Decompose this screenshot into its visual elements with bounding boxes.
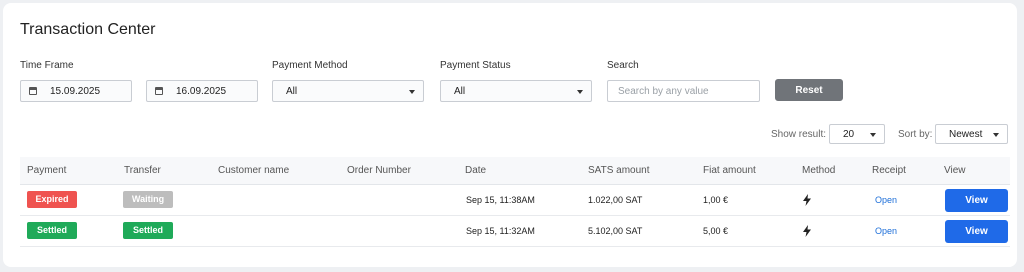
table-row: Expired Waiting Sep 15, 11:38AM 1.022,00… — [20, 185, 1010, 216]
show-result-value: 20 — [843, 129, 855, 140]
payment-status-badge: Expired — [27, 191, 77, 208]
view-button[interactable]: View — [945, 220, 1008, 243]
receipt-open-link[interactable]: Open — [875, 195, 897, 205]
date-cell: Sep 15, 11:38AM — [466, 195, 535, 205]
header-transfer: Transfer — [124, 165, 161, 176]
payment-method-select[interactable]: All — [272, 80, 424, 102]
chevron-down-icon — [993, 133, 999, 137]
sort-by-select[interactable]: Newest — [935, 124, 1008, 144]
header-method: Method — [802, 165, 836, 176]
header-receipt: Receipt — [872, 165, 906, 176]
payment-status-badge: Settled — [27, 222, 77, 239]
show-result-select[interactable]: 20 — [829, 124, 885, 144]
search-label: Search — [607, 60, 639, 71]
sort-by-label: Sort by: — [898, 129, 933, 140]
show-result-label: Show result: — [771, 129, 827, 140]
transfer-status-badge: Settled — [123, 222, 173, 239]
fiat-amount-cell: 1,00 € — [703, 195, 729, 205]
header-customer-name: Customer name — [218, 165, 290, 176]
receipt-open-link[interactable]: Open — [875, 226, 897, 236]
header-fiat-amount: Fiat amount — [703, 165, 756, 176]
date-to-input[interactable]: 16.09.2025 — [146, 80, 258, 102]
date-cell: Sep 15, 11:32AM — [466, 226, 535, 236]
payment-method-label: Payment Method — [272, 60, 348, 71]
payment-status-value: All — [454, 86, 466, 97]
chevron-down-icon — [577, 90, 583, 94]
header-sats-amount: SATS amount — [588, 165, 650, 176]
payment-status-select[interactable]: All — [440, 80, 592, 102]
sort-by-value: Newest — [949, 129, 983, 140]
lightning-icon — [803, 225, 811, 237]
page-title: Transaction Center — [20, 21, 156, 38]
chevron-down-icon — [870, 133, 876, 137]
header-payment: Payment — [27, 165, 67, 176]
fiat-amount-cell: 5,00 € — [703, 226, 729, 236]
date-from-value: 15.09.2025 — [50, 86, 101, 97]
header-date: Date — [465, 165, 487, 176]
transfer-status-badge: Waiting — [123, 191, 173, 208]
calendar-icon — [155, 86, 163, 95]
header-view: View — [944, 165, 966, 176]
search-input[interactable]: Search by any value — [607, 80, 760, 102]
chevron-down-icon — [409, 90, 415, 94]
header-order-number: Order Number — [347, 165, 411, 176]
calendar-icon — [29, 86, 37, 95]
lightning-icon — [803, 194, 811, 206]
sats-amount-cell: 5.102,00 SAT — [588, 226, 643, 236]
date-to-value: 16.09.2025 — [176, 86, 227, 97]
table-row: Settled Settled Sep 15, 11:32AM 5.102,00… — [20, 216, 1010, 247]
view-button[interactable]: View — [945, 189, 1008, 212]
time-frame-label: Time Frame — [20, 60, 74, 71]
sats-amount-cell: 1.022,00 SAT — [588, 195, 643, 205]
payment-status-label: Payment Status — [440, 60, 511, 71]
search-placeholder: Search by any value — [618, 86, 709, 97]
payment-method-value: All — [286, 86, 298, 97]
reset-button[interactable]: Reset — [775, 79, 843, 101]
date-from-input[interactable]: 15.09.2025 — [20, 80, 132, 102]
transaction-center-card: Transaction Center Time Frame Payment Me… — [3, 3, 1017, 267]
table-header: Payment Transfer Customer name Order Num… — [20, 157, 1010, 185]
